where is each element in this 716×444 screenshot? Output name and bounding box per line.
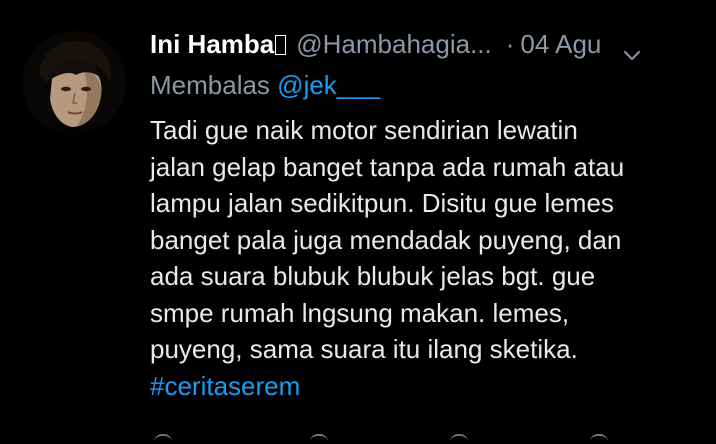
- reply-prefix: Membalas: [150, 70, 270, 100]
- tweet-text-line: banget pala juga mendadak puyeng, dan: [150, 224, 622, 255]
- emoji-glyph-icon: [275, 35, 287, 55]
- tweet-text: Tadi gue naik motor sendirian lewatin ja…: [150, 112, 710, 404]
- share-icon[interactable]: [590, 434, 608, 444]
- hashtag-link[interactable]: #ceritaserem: [150, 368, 710, 405]
- tweet-card[interactable]: Ini Hamba @Hambahagia... · 04 Agu Membal…: [0, 0, 716, 444]
- like-icon[interactable]: [450, 434, 468, 444]
- tweet-text-line: Tadi gue naik motor sendirian lewatin: [150, 115, 578, 145]
- tweet-text-line: jalan gelap banget tanpa ada rumah atau: [150, 151, 625, 182]
- reply-icon[interactable]: [154, 434, 172, 444]
- retweet-icon[interactable]: [310, 434, 328, 444]
- tweet-text-line: lampu jalan sedikitpun. Disitu gue lemes: [150, 188, 614, 218]
- chevron-down-icon[interactable]: [623, 38, 641, 60]
- avatar[interactable]: [22, 31, 126, 135]
- tweet-text-line: ada suara blubuk blubuk jelas bgt. gue: [150, 261, 596, 291]
- reply-mention-link[interactable]: @jek___: [277, 70, 380, 100]
- display-name[interactable]: Ini Hamba: [150, 29, 274, 60]
- tweet-date[interactable]: 04 Agu: [520, 29, 601, 60]
- separator-dot: ·: [505, 28, 515, 59]
- reply-context: Membalas @jek___: [150, 70, 380, 101]
- tweet-actions: [150, 434, 670, 444]
- user-handle[interactable]: @Hambahagia...: [296, 29, 492, 60]
- tweet-text-line: puyeng, sama suara itu ilang sketika.: [150, 334, 578, 364]
- tweet-header: Ini Hamba @Hambahagia... · 04 Agu: [150, 26, 700, 62]
- tweet-text-line: smpe rumah lngsung makan. lemes,: [150, 297, 570, 328]
